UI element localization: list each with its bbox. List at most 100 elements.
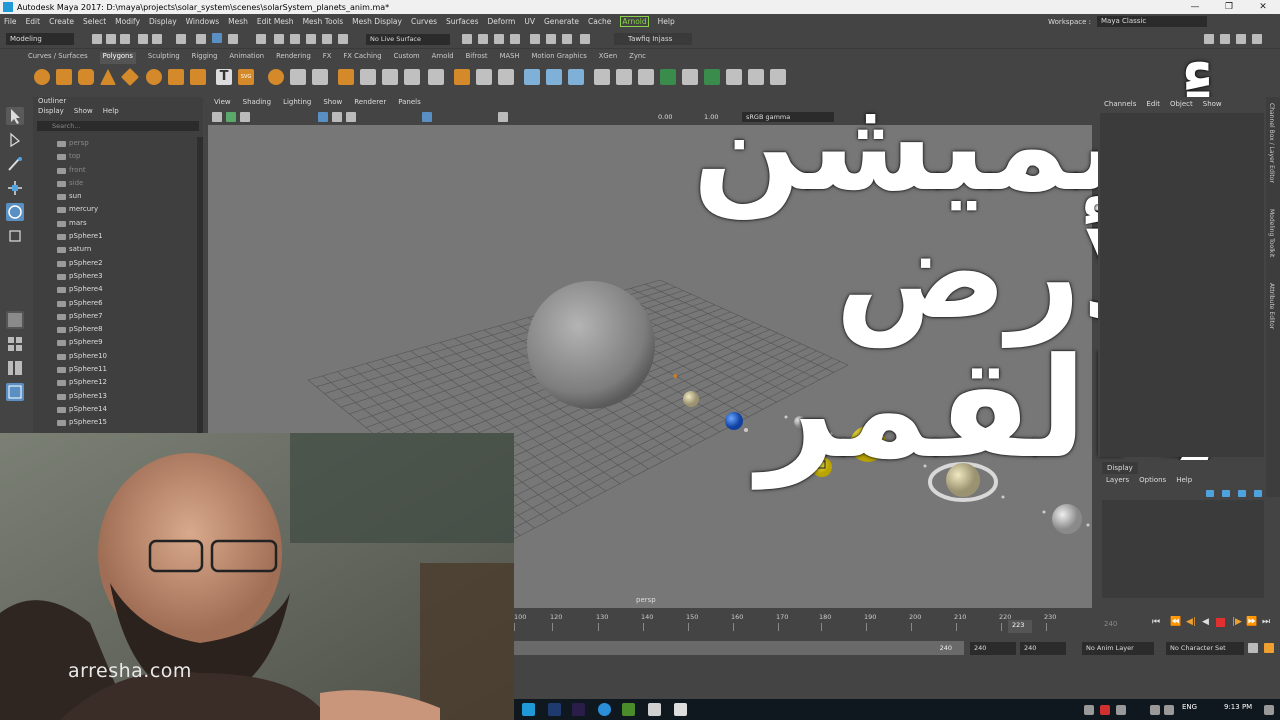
camtasia-taskbar-icon[interactable] <box>622 703 635 716</box>
paint-select-icon[interactable] <box>6 155 24 173</box>
step-back-key-icon[interactable]: ⏪ <box>1170 617 1181 627</box>
shelf-tab-arnold[interactable]: Arnold <box>432 52 454 64</box>
shelf-tab-mash[interactable]: MASH <box>500 52 520 64</box>
render-icon[interactable] <box>462 34 472 44</box>
step-forward-frame-icon[interactable]: |▶ <box>1232 617 1242 627</box>
outliner-item-psphere7[interactable]: pSphere7 <box>33 310 195 323</box>
shelf-tab-bifrost[interactable]: Bifrost <box>466 52 488 64</box>
channel-menu-object[interactable]: Object <box>1170 100 1193 108</box>
outliner-item-psphere11[interactable]: pSphere11 <box>33 363 195 376</box>
notepad-taskbar-icon[interactable] <box>648 703 661 716</box>
tab-attribute-editor[interactable]: Attribute Editor <box>1268 283 1275 329</box>
skype-taskbar-icon[interactable] <box>598 703 611 716</box>
new-scene-icon[interactable] <box>92 34 102 44</box>
workspace-select[interactable]: Maya Classic <box>1097 16 1207 27</box>
viewport-menu-view[interactable]: View <box>214 98 231 109</box>
ipr-render-icon[interactable] <box>478 34 488 44</box>
make-live-icon[interactable] <box>338 34 348 44</box>
stop-icon[interactable] <box>1216 618 1225 627</box>
shelf-tab-fx[interactable]: FX <box>323 52 332 64</box>
wireframe-icon[interactable] <box>318 112 328 122</box>
menu-mesh[interactable]: Mesh <box>228 17 248 26</box>
playback-end-field[interactable]: 240 <box>970 642 1016 655</box>
select-hierarchy-icon[interactable] <box>176 34 186 44</box>
shelf-tab-rigging[interactable]: Rigging <box>192 52 218 64</box>
smooth-shade-icon[interactable] <box>332 112 342 122</box>
select-component-icon[interactable] <box>212 33 222 43</box>
menu-create[interactable]: Create <box>49 17 74 26</box>
lasso-tool-icon[interactable] <box>6 131 24 149</box>
menu-curves[interactable]: Curves <box>411 17 437 26</box>
menu-mesh-tools[interactable]: Mesh Tools <box>303 17 344 26</box>
arnold-render-view-icon[interactable] <box>562 34 572 44</box>
outliner-menu-show[interactable]: Show <box>74 107 93 119</box>
menu-mesh-display[interactable]: Mesh Display <box>352 17 402 26</box>
move-layer-down-icon[interactable] <box>1222 490 1230 497</box>
shelf-tab-custom[interactable]: Custom <box>394 52 420 64</box>
current-frame-marker[interactable]: 223 <box>1008 620 1032 633</box>
outliner-menu-help[interactable]: Help <box>103 107 119 119</box>
layer-menu-layers[interactable]: Layers <box>1106 476 1129 484</box>
shelf-tab-zync[interactable]: Zync <box>629 52 646 64</box>
shelf-tab-sculpting[interactable]: Sculpting <box>148 52 180 64</box>
arnold-render-icon[interactable] <box>546 34 556 44</box>
new-layer-icon[interactable] <box>1238 490 1246 497</box>
render-settings-icon[interactable] <box>494 34 504 44</box>
rotate-tool-icon[interactable] <box>6 203 24 221</box>
menu-generate[interactable]: Generate <box>544 17 579 26</box>
open-scene-icon[interactable] <box>106 34 116 44</box>
show-attribute-editor-icon[interactable] <box>1204 34 1214 44</box>
persp-outliner-icon[interactable] <box>6 359 24 377</box>
outliner-item-psphere12[interactable]: pSphere12 <box>33 376 195 389</box>
layer-menu-options[interactable]: Options <box>1139 476 1166 484</box>
separate-icon[interactable] <box>290 69 306 85</box>
outliner-item-sun[interactable]: sun <box>33 190 195 203</box>
poly-cube-icon[interactable] <box>56 69 72 85</box>
outliner-item-psphere15[interactable]: pSphere15 <box>33 416 195 429</box>
channel-menu-edit[interactable]: Edit <box>1146 100 1160 108</box>
step-forward-key-icon[interactable]: ⏩ <box>1246 617 1257 627</box>
textured-icon[interactable] <box>346 112 356 122</box>
outliner-scrollbar[interactable] <box>197 137 203 433</box>
menu-windows[interactable]: Windows <box>186 17 219 26</box>
moon-sphere[interactable] <box>744 428 748 432</box>
tray-clock[interactable]: 9:13 PM <box>1224 703 1252 711</box>
mercury-sphere[interactable] <box>673 374 677 378</box>
boolean-icon[interactable] <box>338 69 354 85</box>
outliner-layout-icon[interactable] <box>6 383 24 401</box>
render-view-icon[interactable] <box>530 34 540 44</box>
channel-menu-channels[interactable]: Channels <box>1104 100 1136 108</box>
animation-end-field[interactable]: 240 <box>1020 642 1066 655</box>
minimize-button[interactable]: — <box>1178 0 1212 14</box>
snap-to-curve-icon[interactable] <box>274 34 284 44</box>
tray-network-icon[interactable] <box>1150 705 1160 715</box>
venus-sphere[interactable] <box>683 391 699 407</box>
menu-arnold[interactable]: Arnold <box>620 16 649 27</box>
go-to-start-icon[interactable]: ⏮ <box>1152 617 1160 627</box>
menu-edit-mesh[interactable]: Edit Mesh <box>257 17 294 26</box>
hypershade-icon[interactable] <box>510 34 520 44</box>
four-view-icon[interactable] <box>6 335 24 353</box>
auto-key-icon[interactable] <box>1248 643 1258 653</box>
outliner-item-mars[interactable]: mars <box>33 217 195 230</box>
camera-attributes-icon[interactable] <box>226 112 236 122</box>
outliner-item-saturn[interactable]: saturn <box>33 243 195 256</box>
menu-file[interactable]: File <box>4 17 17 26</box>
scale-tool-icon[interactable] <box>6 227 24 245</box>
range-slider[interactable]: 240 <box>514 641 964 655</box>
tray-usb-icon[interactable] <box>1116 705 1126 715</box>
maya-taskbar-icon[interactable] <box>522 703 535 716</box>
shelf-tab-motion-graphics[interactable]: Motion Graphics <box>532 52 587 64</box>
platonic-solid-icon[interactable] <box>190 69 206 85</box>
tray-app-icon[interactable] <box>1100 705 1110 715</box>
show-modeling-toolkit-icon[interactable] <box>580 34 590 44</box>
action-center-icon[interactable] <box>1264 705 1274 715</box>
animation-preferences-icon[interactable] <box>1264 643 1274 653</box>
save-scene-icon[interactable] <box>120 34 130 44</box>
shelf-tab-curves[interactable]: Curves / Surfaces <box>28 52 88 64</box>
poly-disc-icon[interactable] <box>168 69 184 85</box>
live-surface-field[interactable]: No Live Surface <box>366 34 450 45</box>
explorer-taskbar-icon[interactable] <box>674 703 687 716</box>
tray-language[interactable]: ENG <box>1182 703 1197 711</box>
snap-to-grid-icon[interactable] <box>256 34 266 44</box>
